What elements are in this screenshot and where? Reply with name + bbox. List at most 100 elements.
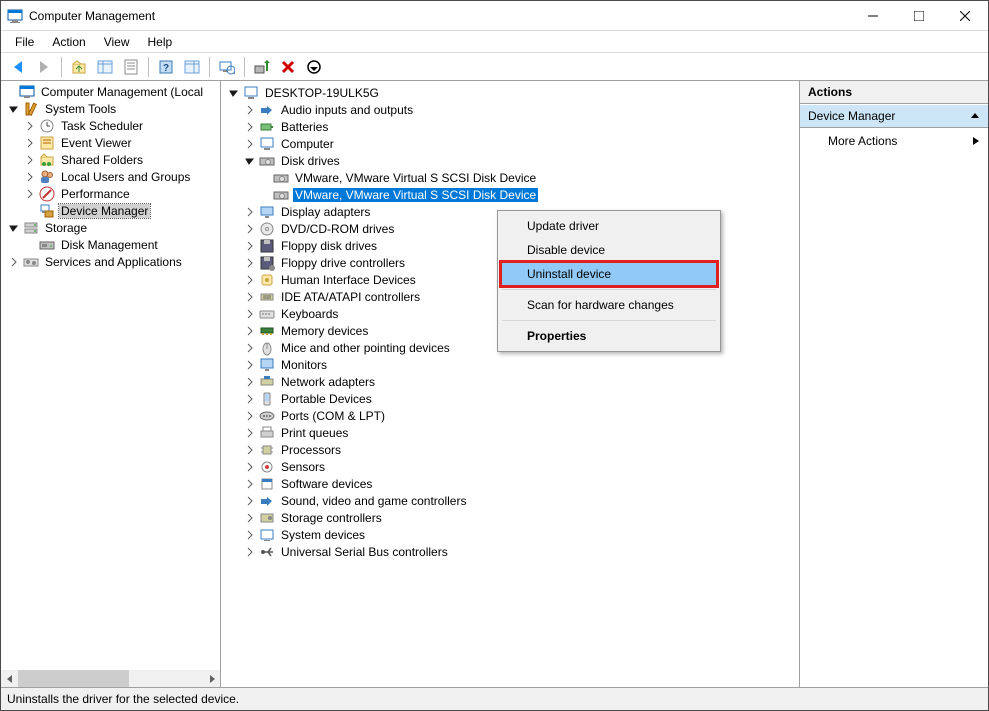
forward-button[interactable] [33, 56, 55, 78]
chevron-down-icon[interactable] [243, 156, 257, 166]
chevron-right-icon[interactable] [243, 207, 257, 217]
back-button[interactable] [7, 56, 29, 78]
ctx-item-scan-for-hardware-changes[interactable]: Scan for hardware changes [501, 293, 717, 317]
chevron-down-icon[interactable] [7, 223, 21, 233]
help-button[interactable]: ? [155, 56, 177, 78]
device-category[interactable]: Monitors [221, 356, 799, 373]
show-hide-console-tree-button[interactable] [94, 56, 116, 78]
device-category[interactable]: Disk drives [221, 152, 799, 169]
device-category[interactable]: Print queues [221, 424, 799, 441]
device-root[interactable]: DESKTOP-19ULK5G [221, 84, 799, 101]
device-category[interactable]: Storage controllers [221, 509, 799, 526]
chevron-right-icon[interactable] [243, 479, 257, 489]
minimize-button[interactable] [850, 1, 896, 31]
chevron-right-icon[interactable] [243, 309, 257, 319]
tree-item-task-scheduler[interactable]: Task Scheduler [1, 117, 220, 134]
chevron-right-icon[interactable] [23, 155, 37, 165]
uninstall-button[interactable] [277, 56, 299, 78]
chevron-right-icon[interactable] [243, 547, 257, 557]
ctx-item-uninstall-device[interactable]: Uninstall device [501, 262, 717, 286]
show-hide-action-pane-button[interactable] [181, 56, 203, 78]
tree-item-event-viewer[interactable]: Event Viewer [1, 134, 220, 151]
scan-hardware-button[interactable] [216, 56, 238, 78]
chevron-right-icon[interactable] [23, 138, 37, 148]
chevron-right-icon[interactable] [23, 172, 37, 182]
device-category[interactable]: Processors [221, 441, 799, 458]
chevron-right-icon[interactable] [23, 121, 37, 131]
tree-storage[interactable]: Storage [1, 219, 220, 236]
scroll-right-icon[interactable] [203, 670, 220, 687]
actions-link-more[interactable]: More Actions [800, 128, 988, 154]
device-item[interactable]: VMware, VMware Virtual S SCSI Disk Devic… [221, 169, 799, 186]
scroll-left-icon[interactable] [1, 670, 18, 687]
chevron-right-icon[interactable] [23, 189, 37, 199]
menu-view[interactable]: View [96, 33, 138, 51]
up-button[interactable] [68, 56, 90, 78]
chevron-right-icon[interactable] [243, 394, 257, 404]
ctx-item-properties[interactable]: Properties [501, 324, 717, 348]
disable-button[interactable] [303, 56, 325, 78]
device-category[interactable]: Network adapters [221, 373, 799, 390]
chevron-right-icon[interactable] [243, 224, 257, 234]
chevron-right-icon[interactable] [243, 462, 257, 472]
actions-section[interactable]: Device Manager [800, 104, 988, 128]
close-button[interactable] [942, 1, 988, 31]
ctx-item-disable-device[interactable]: Disable device [501, 238, 717, 262]
horizontal-scrollbar[interactable] [1, 670, 220, 687]
device-category[interactable]: Computer [221, 135, 799, 152]
chevron-right-icon[interactable] [243, 360, 257, 370]
menu-help[interactable]: Help [140, 33, 181, 51]
tree-item-device-manager[interactable]: Device Manager [1, 202, 220, 219]
chevron-right-icon[interactable] [243, 445, 257, 455]
spacer [3, 87, 17, 97]
device-item[interactable]: VMware, VMware Virtual S SCSI Disk Devic… [221, 186, 799, 203]
chevron-down-icon[interactable] [7, 104, 21, 114]
menu-file[interactable]: File [7, 33, 42, 51]
chevron-right-icon[interactable] [243, 428, 257, 438]
device-category[interactable]: Batteries [221, 118, 799, 135]
device-category[interactable]: Software devices [221, 475, 799, 492]
disk-management-icon [39, 237, 55, 253]
scroll-track[interactable] [18, 670, 203, 687]
properties-button[interactable] [120, 56, 142, 78]
tree-item-disk-management[interactable]: Disk Management [1, 236, 220, 253]
toolbar-sep [209, 57, 210, 77]
ctx-item-update-driver[interactable]: Update driver [501, 214, 717, 238]
category-icon [259, 136, 275, 152]
maximize-button[interactable] [896, 1, 942, 31]
menu-action[interactable]: Action [44, 33, 93, 51]
category-icon [259, 289, 275, 305]
device-category[interactable]: Audio inputs and outputs [221, 101, 799, 118]
chevron-down-icon[interactable] [227, 88, 241, 98]
device-category[interactable]: System devices [221, 526, 799, 543]
scroll-thumb[interactable] [18, 670, 129, 687]
chevron-right-icon[interactable] [243, 122, 257, 132]
tree-system-tools[interactable]: System Tools [1, 100, 220, 117]
chevron-right-icon[interactable] [243, 377, 257, 387]
device-category[interactable]: Portable Devices [221, 390, 799, 407]
tree-services-apps[interactable]: Services and Applications [1, 253, 220, 270]
device-category[interactable]: Ports (COM & LPT) [221, 407, 799, 424]
tree-root[interactable]: Computer Management (Local [1, 83, 220, 100]
chevron-right-icon[interactable] [243, 326, 257, 336]
update-driver-button[interactable] [251, 56, 273, 78]
chevron-right-icon[interactable] [243, 530, 257, 540]
chevron-right-icon[interactable] [243, 513, 257, 523]
chevron-right-icon[interactable] [243, 275, 257, 285]
context-menu: Update driverDisable deviceUninstall dev… [497, 210, 721, 352]
chevron-right-icon[interactable] [243, 292, 257, 302]
chevron-right-icon[interactable] [243, 241, 257, 251]
chevron-right-icon[interactable] [243, 343, 257, 353]
chevron-right-icon[interactable] [243, 105, 257, 115]
chevron-right-icon[interactable] [243, 496, 257, 506]
chevron-right-icon[interactable] [243, 411, 257, 421]
tree-item-performance[interactable]: Performance [1, 185, 220, 202]
tree-item-shared-folders[interactable]: Shared Folders [1, 151, 220, 168]
device-category[interactable]: Sensors [221, 458, 799, 475]
device-category[interactable]: Universal Serial Bus controllers [221, 543, 799, 560]
chevron-right-icon[interactable] [243, 139, 257, 149]
device-category[interactable]: Sound, video and game controllers [221, 492, 799, 509]
chevron-right-icon[interactable] [243, 258, 257, 268]
tree-item-local-users[interactable]: Local Users and Groups [1, 168, 220, 185]
chevron-right-icon[interactable] [7, 257, 21, 267]
